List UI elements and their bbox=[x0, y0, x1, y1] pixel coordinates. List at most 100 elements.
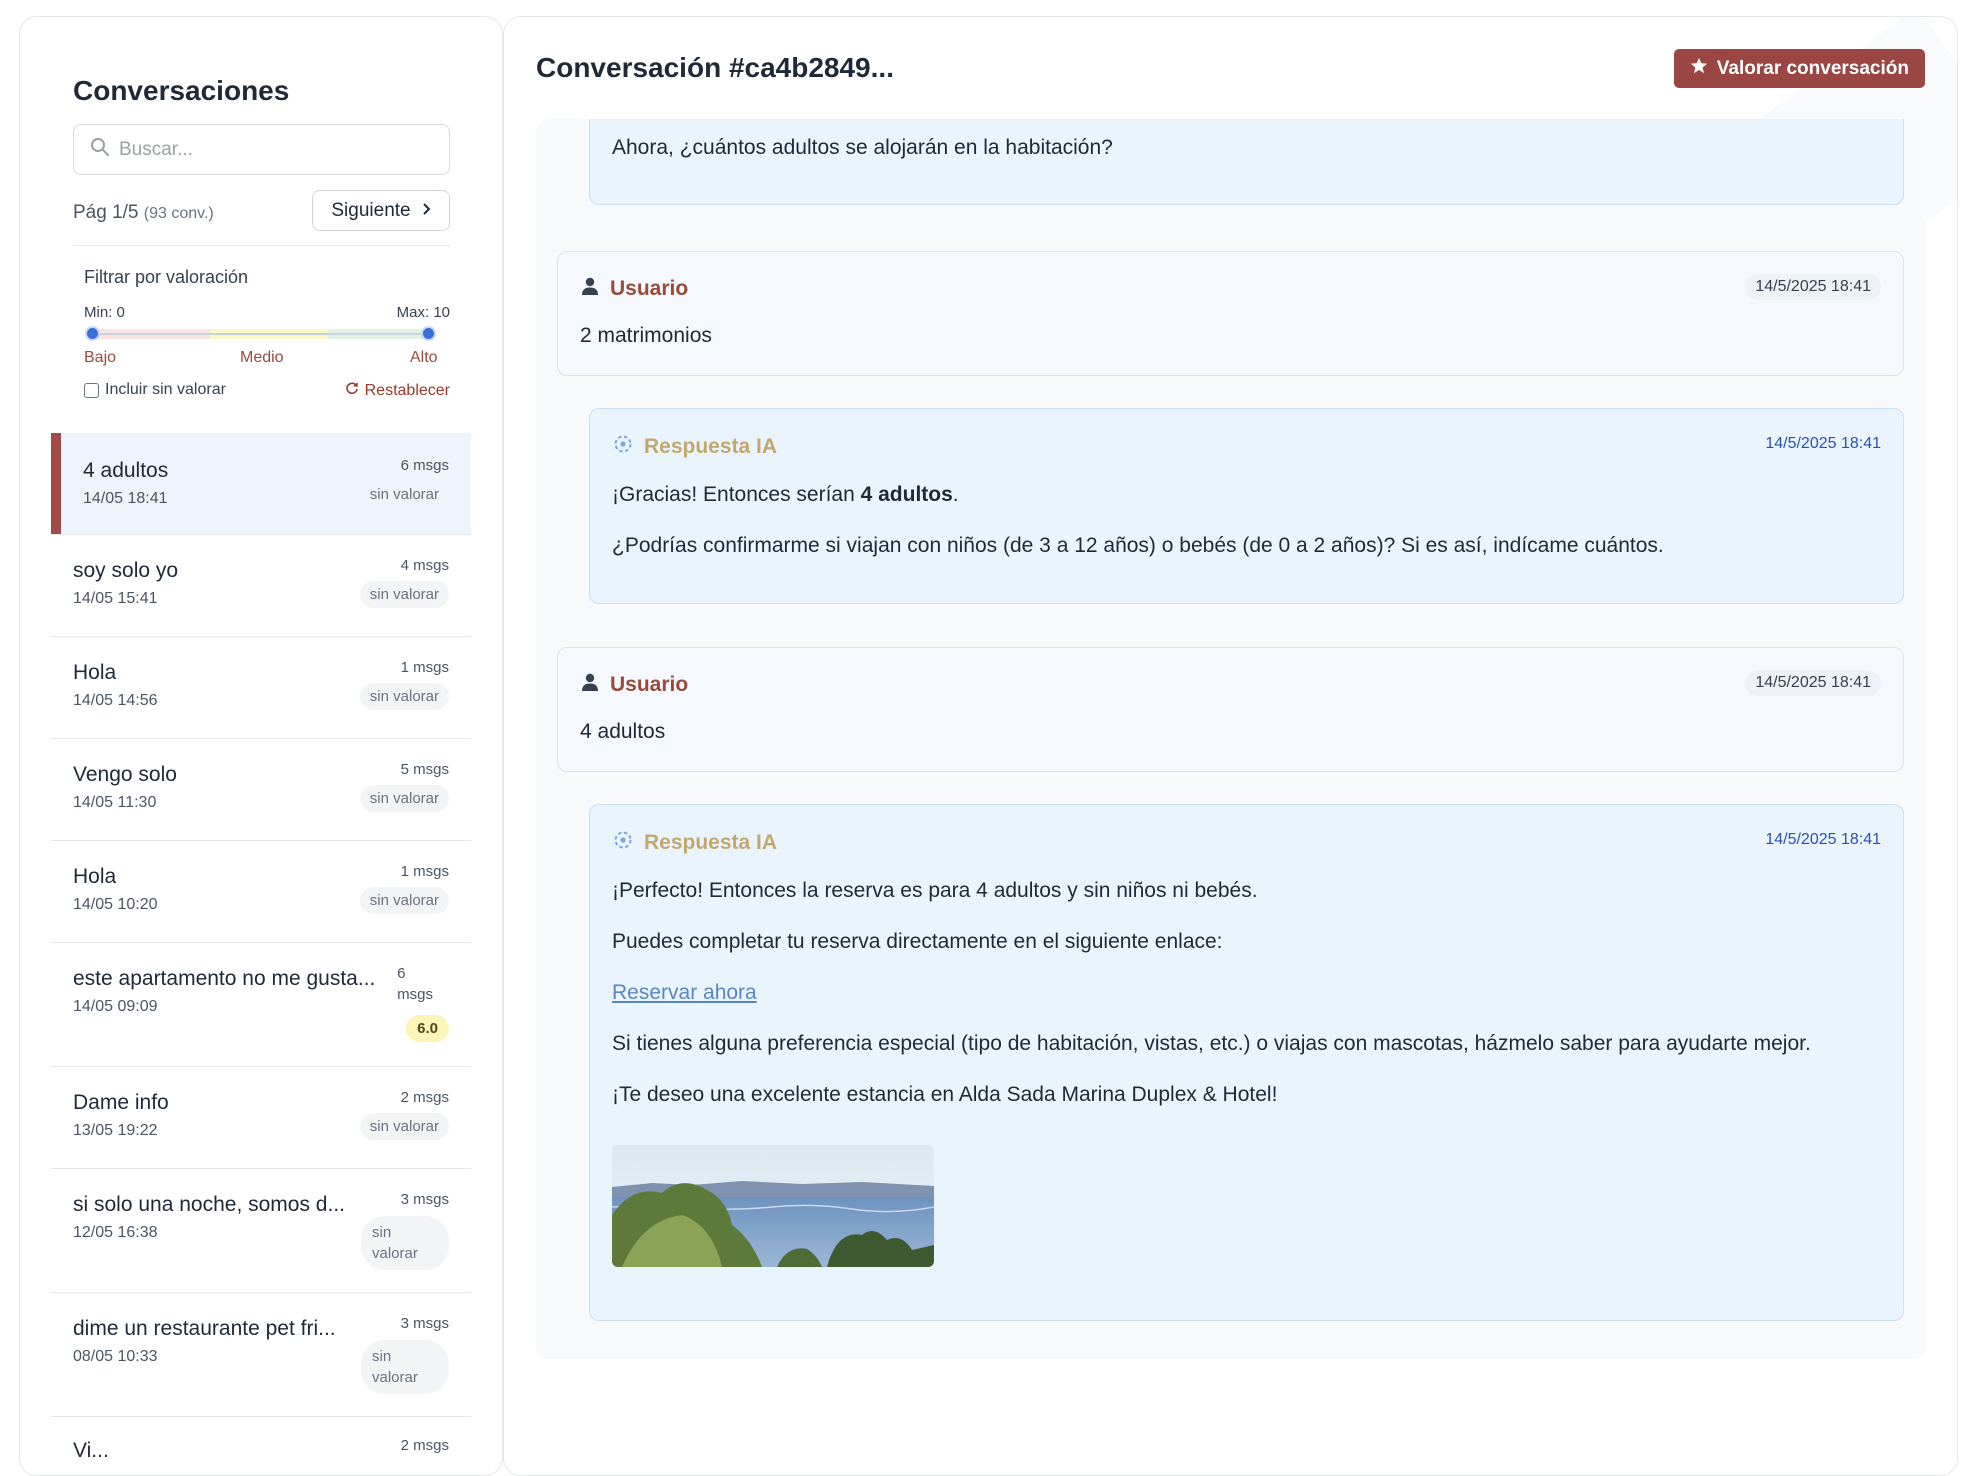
message-text: Ahora, ¿cuántos adultos se alojarán en l… bbox=[612, 136, 1113, 159]
include-unrated-toggle[interactable]: Incluir sin valorar bbox=[84, 381, 226, 399]
rating-badge-line1: sin bbox=[372, 1224, 392, 1241]
message-text: Puedes completar tu reserva directamente… bbox=[612, 930, 1223, 953]
conversation-date: 14/05 14:56 bbox=[73, 692, 158, 709]
author-name: Respuesta IA bbox=[644, 831, 778, 854]
message-count: 3 msgs bbox=[400, 1315, 449, 1332]
author-name: Usuario bbox=[610, 277, 689, 300]
conversation-item[interactable]: dime un restaurante pet fri... 08/05 10:… bbox=[51, 1293, 471, 1417]
hotel-view-image[interactable] bbox=[612, 1145, 934, 1267]
search-input[interactable] bbox=[119, 138, 419, 161]
conversation-date: 13/05 19:22 bbox=[73, 1122, 158, 1139]
reserve-now-link[interactable]: Reservar ahora bbox=[612, 981, 757, 1004]
range-max-label: Max: 10 bbox=[396, 304, 450, 321]
user-message: Usuario 14/5/2025 18:41 2 matrimonios bbox=[557, 251, 1904, 376]
filter-title: Filtrar por valoración bbox=[84, 267, 249, 287]
message-count: 2 msgs bbox=[400, 1089, 449, 1106]
message-count: 2 msgs bbox=[400, 1437, 449, 1454]
conversation-title: este apartamento no me gusta... bbox=[73, 967, 376, 990]
ai-message: Ahora, ¿cuántos adultos se alojarán en l… bbox=[589, 119, 1904, 205]
ai-sparkle-icon bbox=[612, 829, 634, 857]
star-icon bbox=[1690, 57, 1708, 81]
user-icon bbox=[580, 276, 600, 302]
conversation-title: dime un restaurante pet fri... bbox=[73, 1317, 336, 1340]
message-author: Usuario bbox=[580, 672, 688, 698]
rate-conversation-button[interactable]: Valorar conversación bbox=[1673, 49, 1925, 88]
conversation-title: si solo una noche, somos d... bbox=[73, 1193, 345, 1216]
message-text: Si tienes alguna preferencia especial (t… bbox=[612, 1032, 1811, 1055]
ai-message: Respuesta IA 14/5/2025 18:41 ¡Perfecto! … bbox=[589, 804, 1904, 1321]
reset-filter-button[interactable]: Restablecer bbox=[345, 381, 450, 400]
message-text: ¡Gracias! Entonces serían 4 adultos. bbox=[612, 483, 959, 506]
checkbox-icon[interactable] bbox=[84, 382, 99, 398]
refresh-icon bbox=[345, 381, 359, 400]
pager-text: Pág 1/5 bbox=[73, 202, 139, 223]
booking-link-line: Reservar ahora bbox=[612, 981, 757, 1005]
message-timestamp: 14/5/2025 18:41 bbox=[1765, 831, 1881, 848]
rating-badge: sin valorar bbox=[359, 887, 449, 914]
conversation-date: 08/05 10:33 bbox=[73, 1348, 158, 1365]
conversation-item[interactable]: Vi... 2 msgs bbox=[51, 1417, 471, 1475]
message-count-word: msgs bbox=[397, 986, 433, 1003]
conversation-item[interactable]: Dame info 13/05 19:22 2 msgs sin valorar bbox=[51, 1067, 471, 1169]
message-count: 1 msgs bbox=[400, 863, 449, 880]
level-mid: Medio bbox=[240, 349, 284, 366]
level-high: Alto bbox=[410, 349, 438, 366]
pager-info: Pág 1/5 (93 conv.) bbox=[73, 202, 214, 224]
message-author: Usuario bbox=[580, 276, 688, 302]
include-unrated-label: Incluir sin valorar bbox=[105, 381, 226, 398]
rating-badge-line1: sin bbox=[372, 1348, 392, 1365]
conversation-item[interactable]: 4 adultos 14/05 18:41 6 msgs sin valorar bbox=[51, 433, 471, 535]
conversation-date: 14/05 18:41 bbox=[83, 490, 168, 507]
author-name: Respuesta IA bbox=[644, 435, 778, 458]
rate-conversation-label: Valorar conversación bbox=[1716, 57, 1909, 79]
message-count: 6 msgs bbox=[400, 457, 449, 474]
conversation-list: 4 adultos 14/05 18:41 6 msgs sin valorar… bbox=[51, 433, 471, 1475]
message-count: 4 msgs bbox=[400, 557, 449, 574]
conversation-item[interactable]: este apartamento no me gusta... 14/05 09… bbox=[51, 943, 471, 1067]
rating-badge: sin valorar bbox=[359, 1113, 449, 1140]
search-box[interactable] bbox=[73, 124, 450, 175]
search-icon bbox=[90, 137, 110, 162]
next-page-button[interactable]: Siguiente bbox=[312, 190, 450, 231]
conversation-title: Vi... bbox=[73, 1439, 109, 1462]
message-text: ¡Te deseo una excelente estancia en Alda… bbox=[612, 1083, 1278, 1106]
conversation-title: Hola bbox=[73, 865, 117, 888]
conversation-item[interactable]: si solo una noche, somos d... 12/05 16:3… bbox=[51, 1169, 471, 1293]
level-low: Bajo bbox=[84, 349, 117, 366]
conversation-item[interactable]: soy solo yo 14/05 15:41 4 msgs sin valor… bbox=[51, 535, 471, 637]
conversation-date: 14/05 10:20 bbox=[73, 896, 158, 913]
rating-badge: sin valorar bbox=[359, 581, 449, 608]
conversation-date: 14/05 11:30 bbox=[73, 794, 157, 811]
conversation-title: soy solo yo bbox=[73, 559, 179, 582]
pager-count: (93 conv.) bbox=[143, 205, 214, 222]
conversation-item[interactable]: Vengo solo 14/05 11:30 5 msgs sin valora… bbox=[51, 739, 471, 841]
message-timestamp: 14/5/2025 18:41 bbox=[1745, 274, 1881, 300]
range-max-handle[interactable] bbox=[421, 326, 436, 341]
message-count: 1 msgs bbox=[400, 659, 449, 676]
next-page-label: Siguiente bbox=[331, 199, 411, 221]
user-message: Usuario 14/5/2025 18:41 4 adultos bbox=[557, 647, 1904, 772]
rating-badge-line2: valorar bbox=[372, 1369, 418, 1386]
ai-message: Respuesta IA 14/5/2025 18:41 ¡Gracias! E… bbox=[589, 408, 1904, 604]
ai-sparkle-icon bbox=[612, 433, 634, 461]
conversation-item[interactable]: Hola 14/05 10:20 1 msgs sin valorar bbox=[51, 841, 471, 943]
conversation-panel: Conversación #ca4b2849... Valorar conver… bbox=[503, 16, 1958, 1476]
message-timestamp: 14/5/2025 18:41 bbox=[1745, 670, 1881, 696]
rating-badge: sin valorar bbox=[359, 683, 449, 710]
message-author: Respuesta IA bbox=[612, 829, 777, 857]
range-min-handle[interactable] bbox=[85, 326, 100, 341]
conversation-title-heading: Conversación #ca4b2849... bbox=[536, 52, 894, 83]
conversation-item[interactable]: Hola 14/05 14:56 1 msgs sin valorar bbox=[51, 637, 471, 739]
divider bbox=[73, 245, 450, 246]
user-icon bbox=[580, 672, 600, 698]
message-count: 5 msgs bbox=[400, 761, 449, 778]
rating-score-badge: 6.0 bbox=[406, 1015, 449, 1042]
rating-range-line bbox=[92, 333, 429, 335]
message-timestamp: 14/5/2025 18:41 bbox=[1765, 435, 1881, 452]
conversation-date: 14/05 09:09 bbox=[73, 998, 158, 1015]
sidebar-title: Conversaciones bbox=[73, 75, 290, 106]
message-text: ¡Perfecto! Entonces la reserva es para 4… bbox=[612, 879, 1258, 902]
rating-badge: sin valorar bbox=[369, 486, 439, 503]
message-thread[interactable]: Ahora, ¿cuántos adultos se alojarán en l… bbox=[536, 119, 1926, 1359]
range-min-label: Min: 0 bbox=[84, 304, 125, 321]
